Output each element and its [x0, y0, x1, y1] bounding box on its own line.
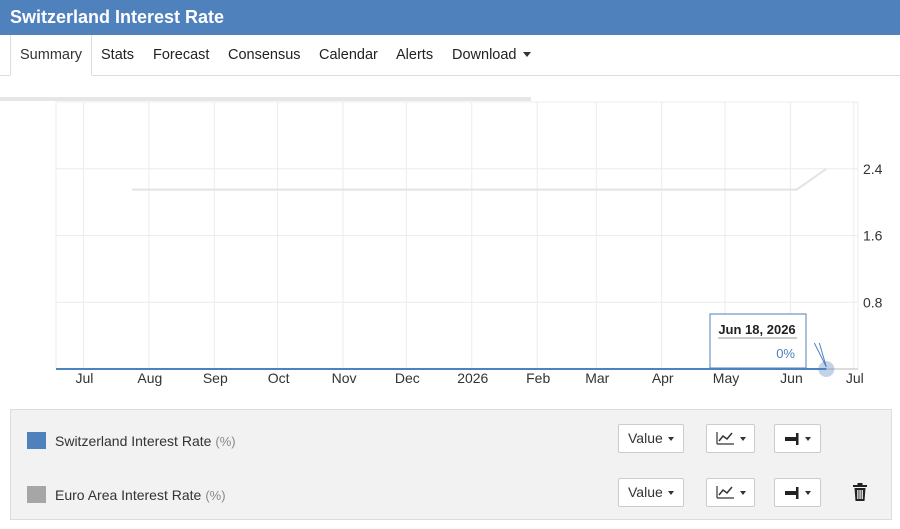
series-color-swatch[interactable] — [27, 486, 46, 503]
series-name: Switzerland Interest Rate (%) — [55, 433, 236, 449]
y-tick-label: 2.4 — [863, 161, 883, 177]
title-bar: Switzerland Interest Rate — [0, 0, 900, 35]
x-tick-label: Apr — [652, 370, 674, 386]
series-unit: (%) — [205, 488, 226, 503]
tab-calendar[interactable]: Calendar — [319, 35, 378, 76]
axis-select[interactable] — [774, 424, 821, 453]
x-tick-label: Oct — [268, 370, 290, 386]
hover-marker — [818, 361, 835, 377]
tab-bar: Summary Stats Forecast Consensus Calenda… — [0, 35, 900, 76]
tab-consensus[interactable]: Consensus — [228, 35, 301, 76]
line-chart-icon — [716, 432, 734, 445]
axis-select[interactable] — [774, 478, 821, 507]
x-tick-label: Jul — [846, 370, 864, 386]
series-unit: (%) — [215, 434, 236, 449]
chevron-down-icon — [805, 491, 811, 495]
chevron-down-icon — [805, 437, 811, 441]
axis-right-icon — [785, 487, 799, 499]
tab-download-label: Download — [452, 47, 517, 63]
tooltip-date: Jun 18, 2026 — [718, 322, 795, 337]
series-line-euro-area-interest-rate[interactable] — [132, 167, 827, 191]
x-tick-label: Nov — [332, 370, 357, 386]
legend-panel: Switzerland Interest Rate (%) Value Euro … — [10, 409, 892, 520]
chevron-down-icon — [667, 437, 674, 441]
tooltip-value: 0% — [776, 346, 795, 361]
tab-alerts[interactable]: Alerts — [396, 35, 433, 76]
chevron-down-icon — [667, 491, 674, 495]
series-name: Euro Area Interest Rate (%) — [55, 487, 226, 503]
x-tick-label: Jun — [780, 370, 803, 386]
tooltip-pointer — [813, 342, 827, 368]
chevron-down-icon — [740, 437, 746, 441]
value-select-label: Value — [628, 484, 663, 500]
series-color-swatch[interactable] — [27, 432, 46, 449]
tab-download[interactable]: Download — [452, 35, 531, 76]
x-tick-label: Feb — [526, 370, 550, 386]
x-tick-label: May — [713, 370, 739, 386]
trash-icon[interactable] — [852, 483, 868, 501]
legend-row-switzerland: Switzerland Interest Rate (%) Value — [11, 412, 891, 466]
x-tick-label: Dec — [395, 370, 420, 386]
chart-type-select[interactable] — [706, 424, 755, 453]
x-tick-label: 2026 — [457, 370, 488, 386]
chevron-down-icon — [522, 52, 531, 57]
tab-forecast[interactable]: Forecast — [153, 35, 209, 76]
axis-right-icon — [785, 433, 799, 445]
tab-summary[interactable]: Summary — [10, 35, 93, 76]
value-select-label: Value — [628, 430, 663, 446]
value-select[interactable]: Value — [618, 478, 684, 507]
legend-row-euro-area: Euro Area Interest Rate (%) Value — [11, 467, 891, 521]
x-tick-label: Jul — [75, 370, 93, 386]
chevron-down-icon — [740, 491, 746, 495]
chart-type-select[interactable] — [706, 478, 755, 507]
x-tick-label: Sep — [203, 370, 228, 386]
tab-stats[interactable]: Stats — [101, 35, 134, 76]
y-tick-label: 1.6 — [863, 228, 883, 244]
y-tick-label: 0.8 — [863, 294, 883, 310]
series-name-label: Euro Area Interest Rate — [55, 487, 202, 503]
x-tick-label: Mar — [585, 370, 609, 386]
line-chart-icon — [716, 486, 734, 499]
x-tick-label: Aug — [137, 370, 162, 386]
chart: Jul Aug Sep Oct Nov Dec 2026 Feb Mar Apr May Jun Jul… — [55, 101, 883, 386]
value-select[interactable]: Value — [618, 424, 684, 453]
page-title: Switzerland Interest Rate — [10, 7, 225, 27]
series-name-label: Switzerland Interest Rate — [55, 433, 212, 449]
